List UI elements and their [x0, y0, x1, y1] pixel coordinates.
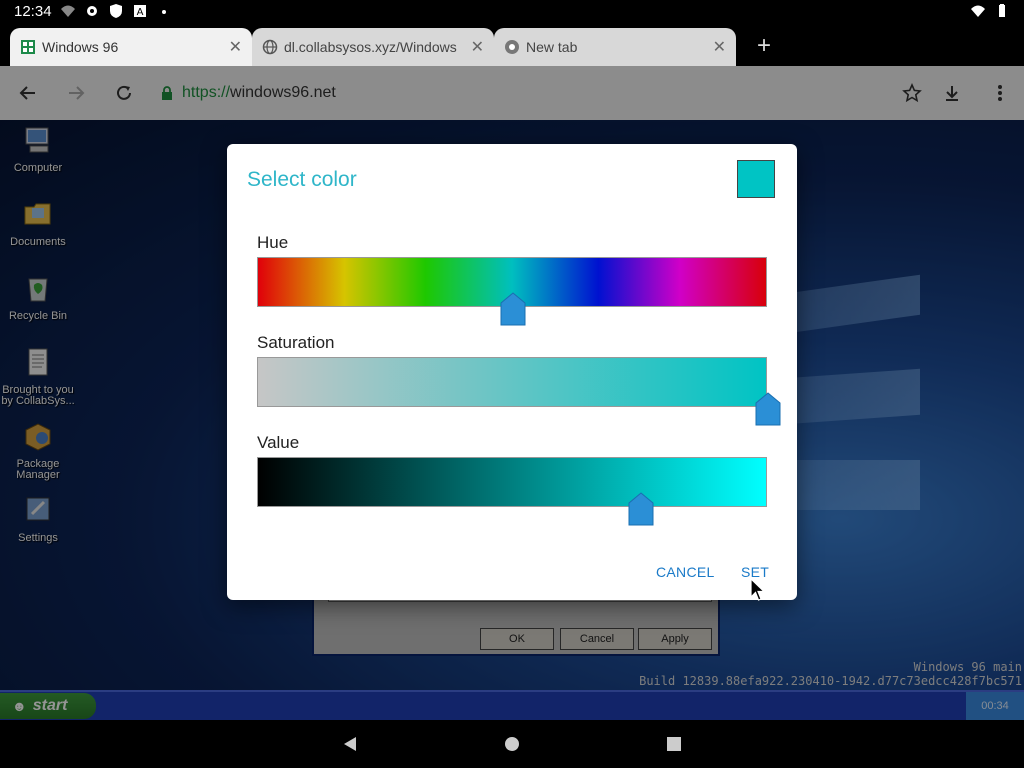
- value-label: Value: [257, 433, 300, 452]
- notification-icons: A: [60, 3, 172, 19]
- square-recents-icon: [667, 737, 681, 751]
- close-tab-icon[interactable]: ✕: [471, 37, 484, 57]
- svg-text:A: A: [137, 7, 144, 18]
- close-tab-icon[interactable]: ✕: [713, 37, 726, 57]
- value-slider-thumb[interactable]: [628, 492, 654, 526]
- battery-icon: [999, 4, 1005, 17]
- wifi-icon: [971, 5, 985, 17]
- hue-label: Hue: [257, 233, 289, 252]
- gear-icon: [87, 6, 97, 16]
- nav-home-button[interactable]: [500, 732, 524, 756]
- globe-icon: [262, 39, 278, 55]
- select-color-dialog: Select color Hue Saturation Value CANCEL…: [227, 144, 797, 600]
- tab-windows96[interactable]: Windows 96 ✕: [10, 28, 252, 66]
- new-tab-button[interactable]: +: [750, 33, 778, 61]
- windows96-favicon-icon: [21, 40, 35, 54]
- wifi-off-icon: [61, 5, 75, 17]
- mouse-pointer-icon: [750, 578, 766, 601]
- tab-label: dl.collabsysos.xyz/Windows: [284, 39, 457, 55]
- dot-icon: [162, 10, 166, 14]
- circle-home-icon: [505, 737, 519, 751]
- tab-new-tab[interactable]: New tab ✕: [494, 28, 736, 66]
- app-a-icon: A: [134, 5, 146, 18]
- triangle-back-icon: [344, 737, 356, 751]
- nav-recents-button[interactable]: [662, 732, 686, 756]
- android-nav-bar: [0, 720, 1024, 768]
- tab-label: Windows 96: [42, 39, 119, 55]
- system-icons: [970, 3, 1010, 19]
- status-time: 12:34: [14, 3, 52, 20]
- browser-tab-strip: Windows 96 ✕ dl.collabsysos.xyz/Windows …: [0, 24, 1024, 66]
- android-status-bar: 12:34 A: [0, 0, 1024, 24]
- close-tab-icon[interactable]: ✕: [229, 37, 242, 57]
- hue-slider-track[interactable]: [257, 257, 767, 326]
- saturation-slider-thumb[interactable]: [755, 392, 781, 426]
- dialog-title: Select color: [247, 168, 357, 191]
- saturation-label: Saturation: [257, 333, 335, 352]
- tab-collabsysos[interactable]: dl.collabsysos.xyz/Windows ✕: [252, 28, 494, 66]
- value-slider-track[interactable]: [257, 457, 767, 526]
- cancel-dialog-button[interactable]: CANCEL: [656, 564, 715, 580]
- shield-icon: [110, 4, 122, 18]
- color-preview-swatch: [737, 160, 775, 198]
- chrome-icon: [505, 40, 519, 54]
- nav-back-button[interactable]: [338, 732, 362, 756]
- saturation-slider-track[interactable]: [257, 357, 781, 426]
- tab-label: New tab: [526, 39, 578, 55]
- hue-slider-thumb[interactable]: [500, 292, 526, 326]
